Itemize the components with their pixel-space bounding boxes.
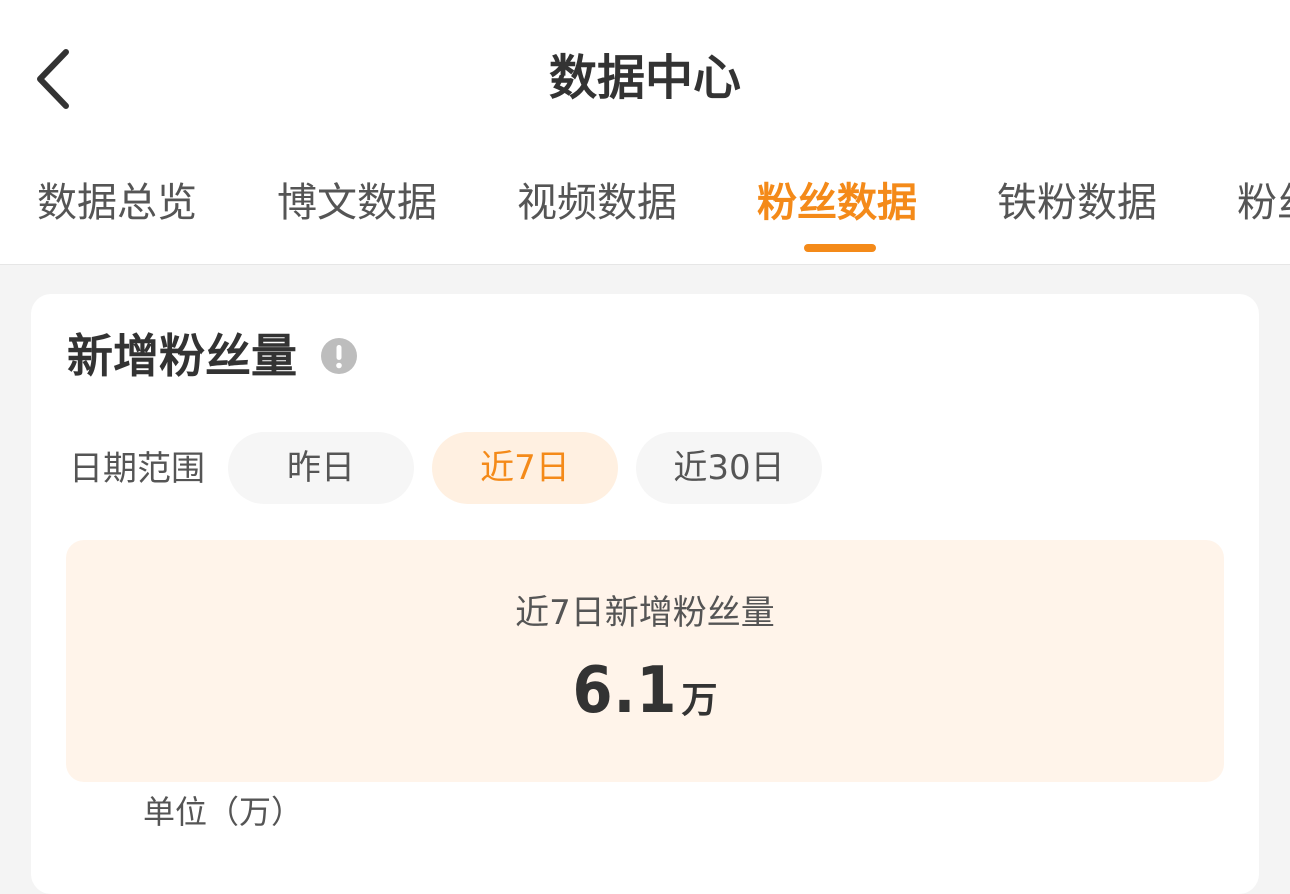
summary-number: 6.1: [572, 654, 678, 728]
tab-bar: 数据总览 博文数据 视频数据 粉丝数据 铁粉数据 粉丝: [0, 168, 1290, 264]
new-fans-card: 新增粉丝量 日期范围 昨日 近7日 近30日 近7日新增粉丝量 6.1 万 单位（…: [31, 294, 1259, 894]
tab-fans-more[interactable]: 粉丝: [1237, 176, 1290, 230]
page-title: 数据中心: [548, 50, 741, 106]
chart-unit-label: 单位（万）: [143, 793, 304, 831]
summary-label: 近7日新增粉丝量: [515, 593, 775, 633]
range-7days-button[interactable]: 近7日: [432, 432, 618, 504]
tab-posts[interactable]: 博文数据: [277, 176, 437, 230]
active-tab-indicator: [804, 244, 876, 252]
tab-videos[interactable]: 视频数据: [517, 176, 677, 230]
range-30days-button[interactable]: 近30日: [636, 432, 822, 504]
top-bar: 数据中心 数据总览 博文数据 视频数据 粉丝数据 铁粉数据 粉丝: [0, 0, 1290, 265]
card-title: 新增粉丝量: [67, 329, 297, 383]
summary-value: 6.1 万: [66, 646, 1224, 752]
summary-unit: 万: [681, 680, 718, 721]
tab-iron-fans[interactable]: 铁粉数据: [997, 176, 1157, 230]
info-icon[interactable]: [321, 338, 357, 374]
tab-overview[interactable]: 数据总览: [37, 176, 197, 230]
tab-fans[interactable]: 粉丝数据: [757, 176, 917, 230]
date-range-label: 日期范围: [69, 449, 205, 489]
summary-panel: 近7日新增粉丝量 6.1 万: [66, 540, 1224, 782]
range-yesterday-button[interactable]: 昨日: [228, 432, 414, 504]
